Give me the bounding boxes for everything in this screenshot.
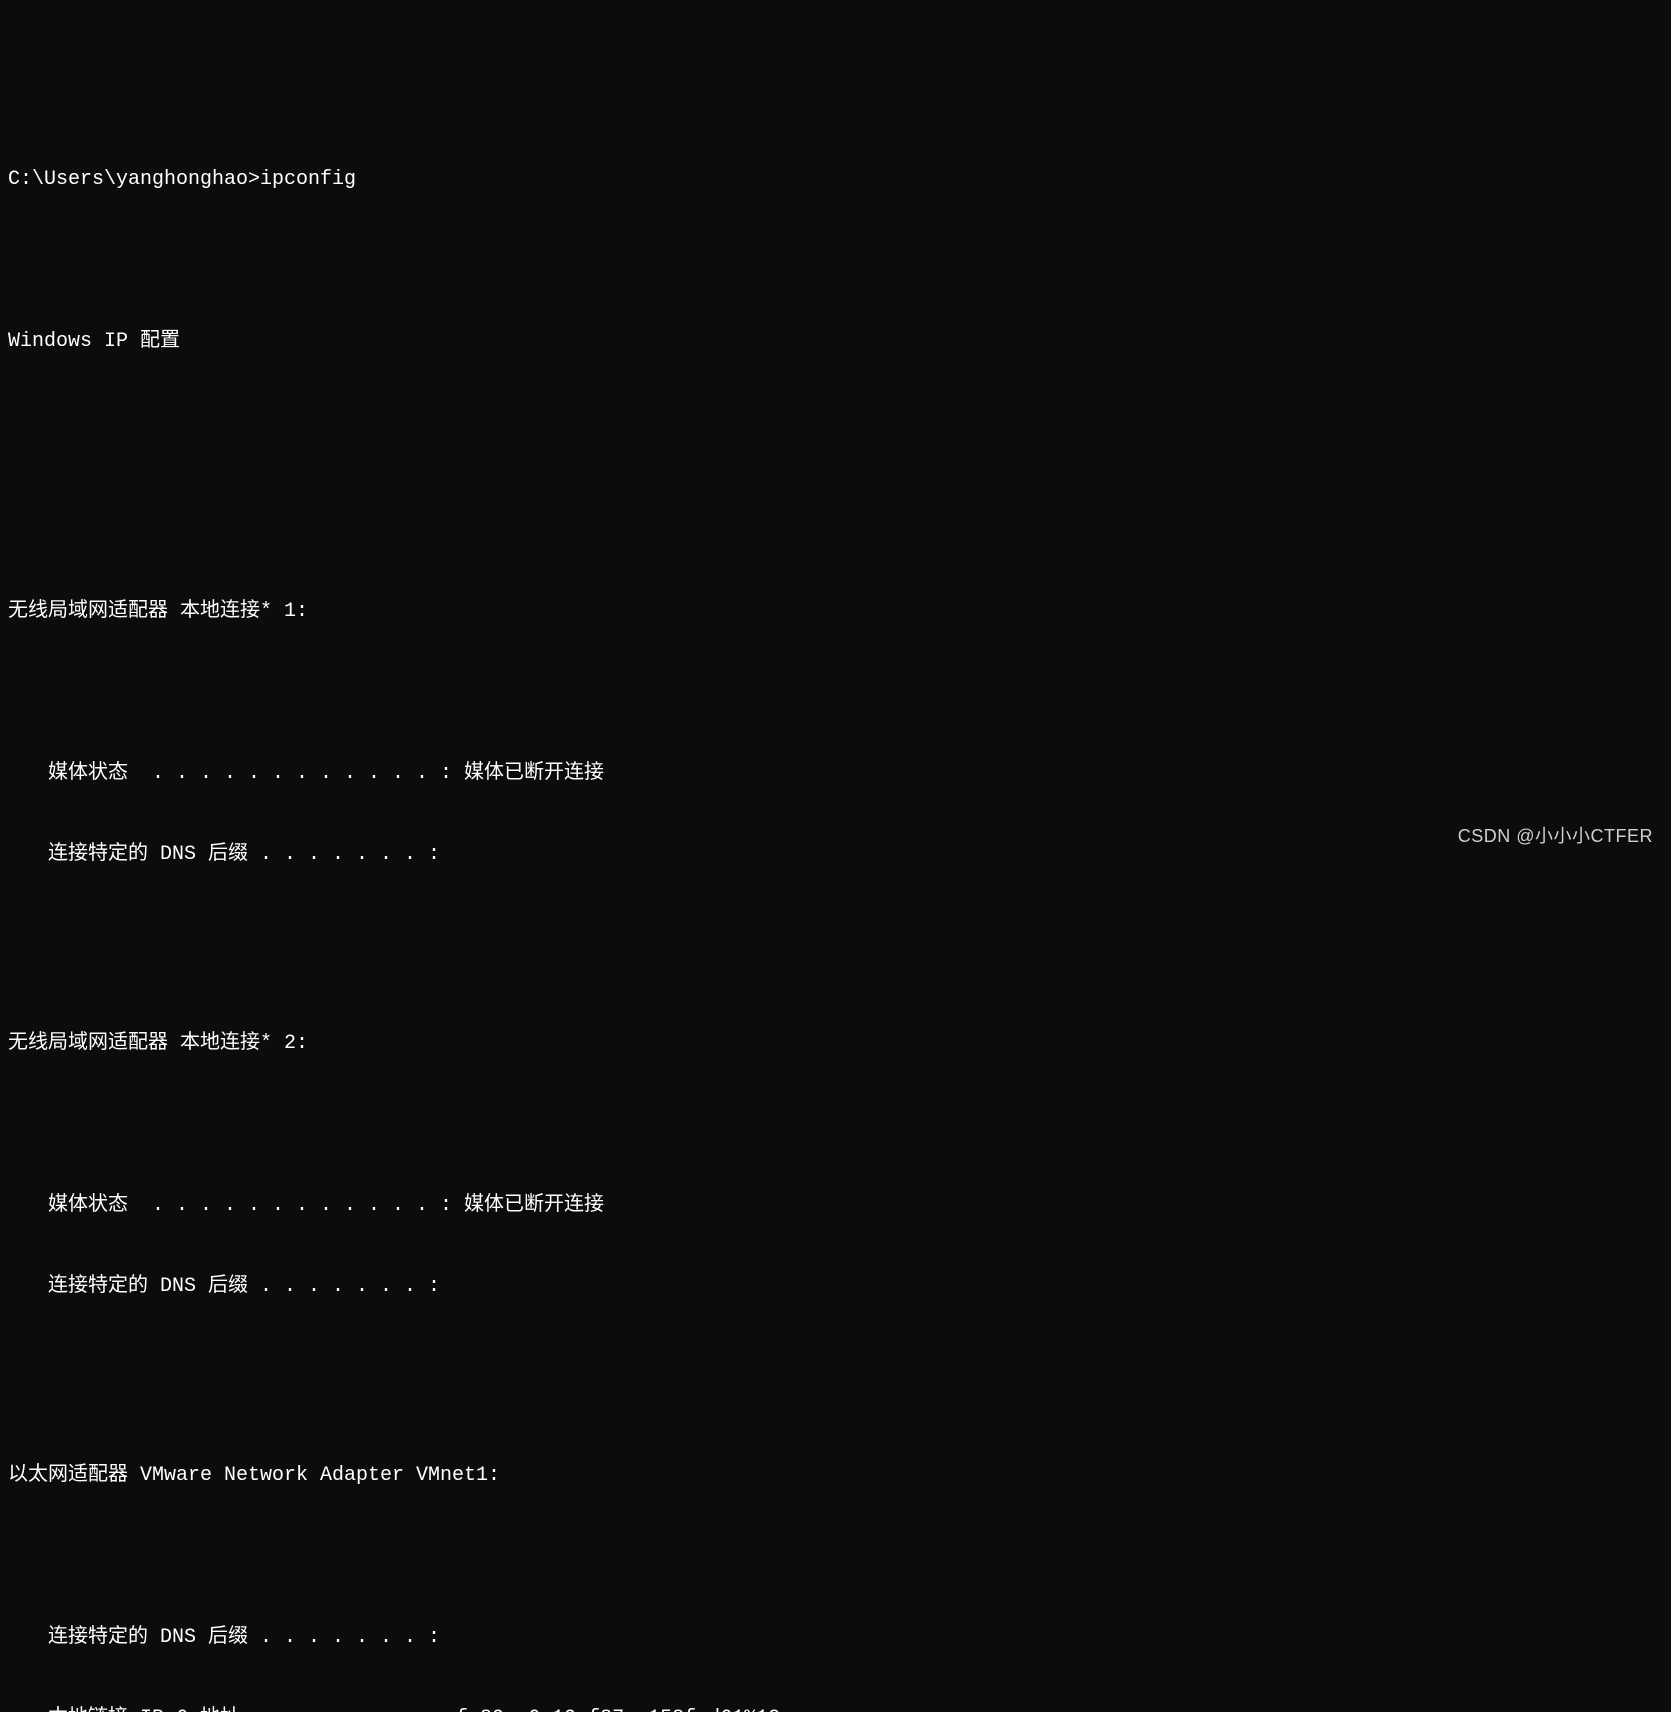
command-prompt-line: C:\Users\yanghonghao>ipconfig [8,166,1663,193]
blank-line [8,247,1663,274]
blank-line [8,922,1663,949]
blank-line [8,409,1663,436]
blank-line [8,679,1663,706]
adapter-title: 无线局域网适配器 本地连接* 2: [8,1030,1663,1057]
adapter-property: 本地链接 IPv6 地址. . . . . . . . : fe80::6e19… [8,1705,1663,1712]
adapter-property: 连接特定的 DNS 后缀 . . . . . . . : [8,1624,1663,1651]
blank-line [8,1543,1663,1570]
watermark-text: CSDN @小小小CTFER [1458,824,1653,848]
adapter-property: 连接特定的 DNS 后缀 . . . . . . . : [8,1273,1663,1300]
adapter-property: 媒体状态 . . . . . . . . . . . . : 媒体已断开连接 [8,760,1663,787]
adapter-property: 媒体状态 . . . . . . . . . . . . : 媒体已断开连接 [8,1192,1663,1219]
blank-line [8,490,1663,517]
adapter-title: 无线局域网适配器 本地连接* 1: [8,598,1663,625]
blank-line [8,1111,1663,1138]
terminal-output: C:\Users\yanghonghao>ipconfig Windows IP… [8,112,1663,1712]
blank-line [8,1354,1663,1381]
ipconfig-header: Windows IP 配置 [8,328,1663,355]
adapter-title: 以太网适配器 VMware Network Adapter VMnet1: [8,1462,1663,1489]
adapter-property: 连接特定的 DNS 后缀 . . . . . . . : [8,841,1663,868]
